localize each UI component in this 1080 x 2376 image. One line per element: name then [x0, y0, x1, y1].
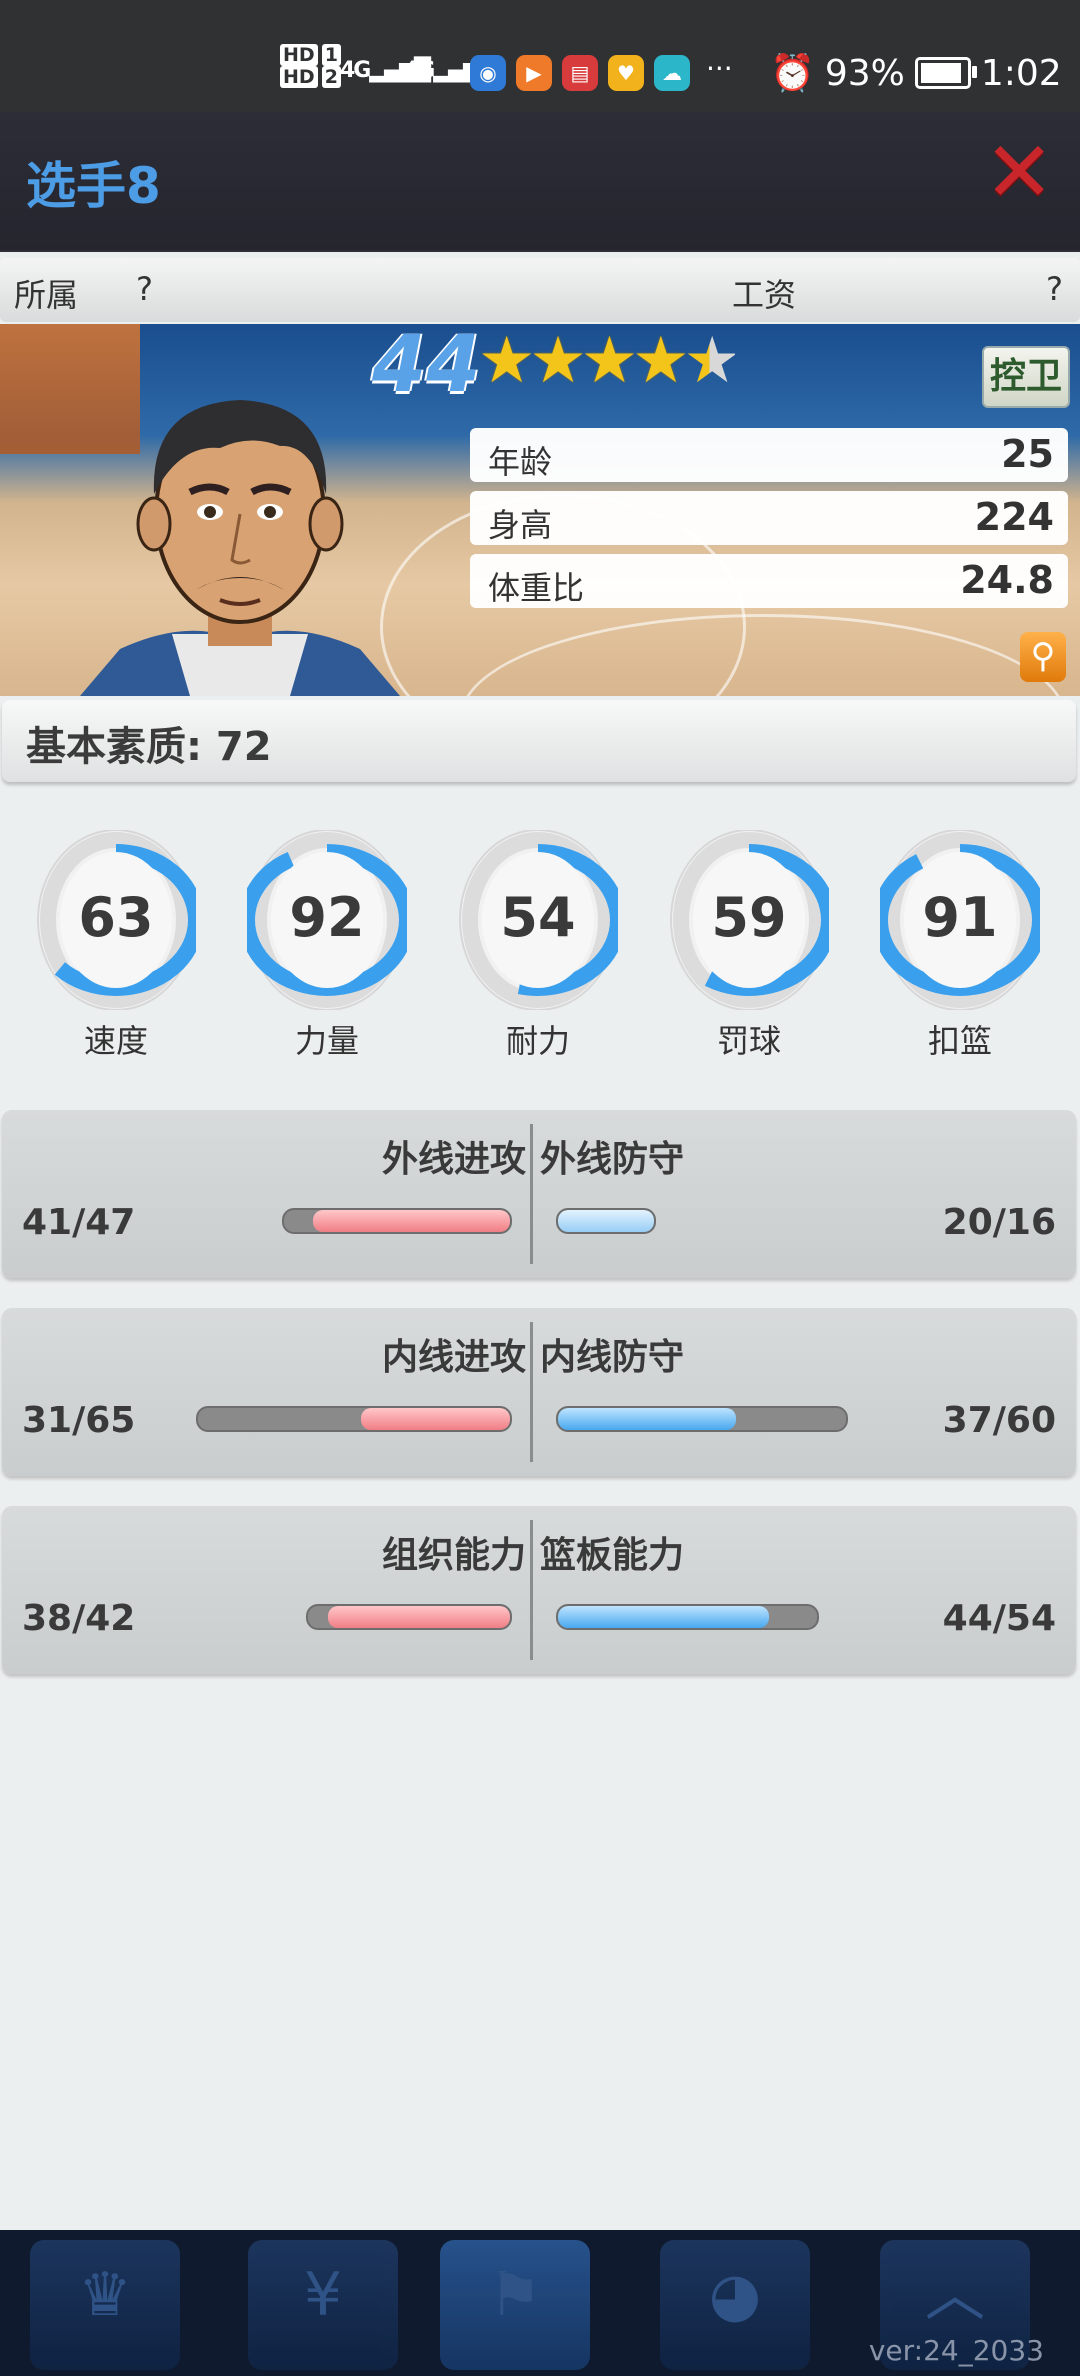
star-icon: ★	[478, 324, 535, 398]
divider	[530, 1520, 533, 1660]
star-icon: ★	[580, 324, 638, 398]
divider	[530, 1322, 533, 1462]
interior-compare: 内线进攻 内线防守 31/65 37/60	[2, 1308, 1076, 1476]
playmaking-value: 38/42	[22, 1598, 136, 1639]
sim-2-label: 2	[321, 66, 341, 88]
perimeter-offense-bar	[282, 1208, 512, 1234]
divider	[530, 1124, 533, 1264]
gauge-label: 扣篮	[927, 1022, 992, 1060]
star-icon: ★	[529, 324, 586, 398]
gauge-strength: 92 力量	[247, 830, 407, 1062]
browser-app-icon: ◉	[470, 55, 506, 91]
cloud-app-icon: ☁	[654, 55, 690, 91]
notification-icons: ◉ ▶ ▤ ♥ ☁	[470, 55, 690, 91]
search-icon[interactable]: ⚲	[1020, 632, 1066, 682]
perimeter-offense-value: 41/47	[22, 1202, 136, 1243]
page-title: 选手8	[26, 157, 161, 215]
salary-value: ?	[1046, 270, 1063, 308]
hd-badge-1: HD	[280, 44, 318, 66]
interior-offense-title: 内线进攻	[381, 1337, 526, 1378]
weight-ratio-value: 24.8	[960, 558, 1054, 602]
gauge-value: 91	[922, 886, 997, 949]
overall-rating: 44	[372, 324, 481, 410]
affiliation-value: ?	[136, 270, 153, 308]
info-row-age: 年龄 25	[470, 428, 1068, 482]
age-value: 25	[1001, 432, 1054, 476]
half-star-icon: ★	[683, 324, 741, 398]
playmaking-title: 组织能力	[381, 1535, 526, 1576]
version-label: ver:24_2033	[868, 2334, 1044, 2367]
info-row-weight-ratio: 体重比 24.8	[470, 554, 1068, 608]
playmaking-compare: 组织能力 篮板能力 38/42 44/54	[2, 1506, 1076, 1674]
height-label: 身高	[488, 506, 553, 544]
video-app-icon: ▶	[516, 55, 552, 91]
battery-percent: 93%	[824, 52, 905, 94]
star-rating: ★★★★★	[478, 324, 741, 398]
gauge-label: 速度	[83, 1022, 148, 1060]
battery-icon	[914, 57, 977, 89]
salary-label: 工资	[732, 276, 797, 314]
perimeter-defense-value: 20/16	[942, 1202, 1056, 1243]
perimeter-defense-title: 外线防守	[540, 1139, 685, 1180]
gauge-stamina: 54 耐力	[458, 830, 618, 1062]
title-bar: 选手8	[0, 112, 1080, 250]
status-bar: HD 1 HD 2 4G▂▄▆█ 4G▂▄▆█ ◉ ▶ ▤ ♥ ☁ ··· ⏰ 93…	[0, 0, 1080, 112]
gauge-label: 罚球	[716, 1022, 781, 1060]
gauge-free-throw: 59 罚球	[669, 830, 829, 1062]
interior-defense-value: 37/60	[942, 1400, 1056, 1441]
nav-players-icon[interactable]: ⚑	[440, 2240, 590, 2370]
affiliation-label: 所属	[14, 276, 79, 314]
rebounding-title: 篮板能力	[540, 1535, 685, 1576]
gauge-value: 92	[289, 886, 364, 949]
hd-badge-2: HD	[280, 66, 318, 88]
bottom-nav: ♛ ¥ ⚑ ◕ ︿ ver:24_2033	[0, 2230, 1080, 2376]
clock: 1:02	[980, 52, 1062, 94]
gauge-speed: 63 速度	[36, 830, 196, 1062]
nav-finance-icon[interactable]: ¥	[248, 2240, 398, 2370]
perimeter-defense-bar	[556, 1208, 656, 1234]
gauge-value: 63	[78, 886, 153, 949]
more-notifications-icon: ···	[706, 52, 733, 85]
info-row-height: 身高 224	[470, 491, 1068, 545]
weight-ratio-label: 体重比	[488, 569, 585, 607]
nav-team-icon[interactable]: ♛	[30, 2240, 180, 2370]
gauge-value: 59	[711, 886, 786, 949]
reader-app-icon: ▤	[562, 55, 598, 91]
perimeter-compare: 外线进攻 外线防守 41/47 20/16	[2, 1110, 1076, 1278]
shop-app-icon: ♥	[608, 55, 644, 91]
base-quality-text: 基本素质: 72	[26, 724, 272, 770]
interior-offense-bar	[196, 1406, 512, 1432]
position-badge: 控卫	[982, 346, 1070, 408]
sim-1-label: 1	[321, 44, 341, 66]
perimeter-offense-title: 外线进攻	[381, 1139, 526, 1180]
alarm-icon: ⏰	[770, 53, 815, 94]
affiliation-bar: 所属 ? 工资 ?	[0, 258, 1080, 322]
gauge-dunk: 91 扣篮	[880, 830, 1040, 1062]
player-avatar	[80, 364, 400, 696]
height-value: 224	[974, 495, 1054, 539]
nav-match-icon[interactable]: ◕	[660, 2240, 810, 2370]
rebounding-bar	[556, 1604, 820, 1630]
close-icon[interactable]: ✕	[984, 130, 1054, 214]
interior-offense-value: 31/65	[22, 1400, 136, 1441]
age-label: 年龄	[488, 443, 553, 481]
base-quality-bar: 基本素质: 72	[2, 700, 1076, 782]
star-icon: ★	[632, 324, 689, 398]
interior-defense-title: 内线防守	[540, 1337, 685, 1378]
gauge-label: 耐力	[505, 1022, 570, 1060]
rebounding-value: 44/54	[942, 1598, 1056, 1639]
playmaking-bar	[306, 1604, 512, 1630]
gauge-value: 54	[500, 886, 575, 949]
sim-indicators: HD 1 HD 2	[280, 44, 345, 88]
gauge-label: 力量	[294, 1022, 359, 1060]
interior-defense-bar	[556, 1406, 848, 1432]
